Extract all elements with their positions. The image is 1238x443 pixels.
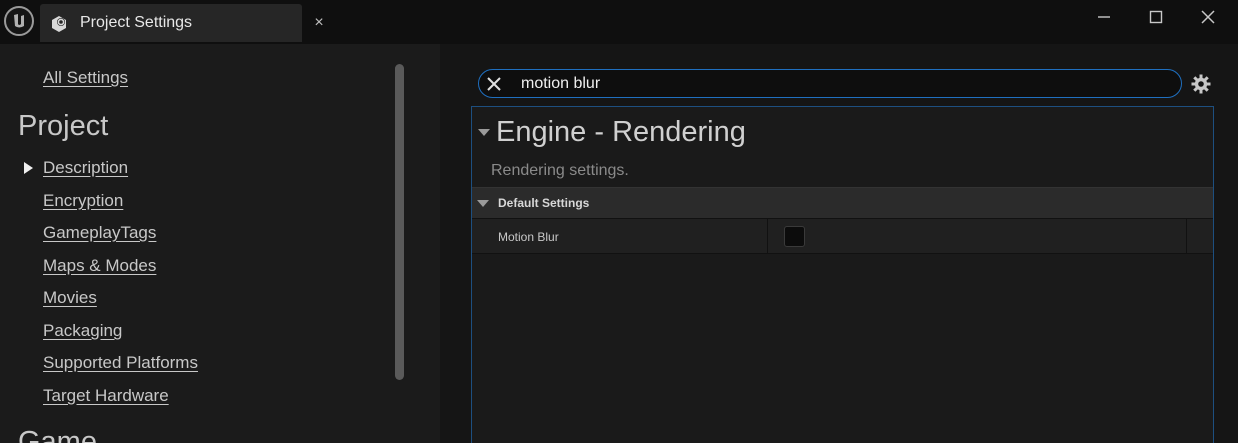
sidebar-scrollbar[interactable] xyxy=(395,64,404,380)
sidebar-item-supported-platforms[interactable]: Supported Platforms xyxy=(43,353,198,373)
tab-close-icon[interactable]: × xyxy=(308,12,330,34)
sidebar-item-description[interactable]: Description xyxy=(43,158,128,178)
settings-main-panel: Engine - Rendering Rendering settings. D… xyxy=(440,44,1238,443)
category-collapse-icon xyxy=(477,200,489,207)
sidebar-item-encryption[interactable]: Encryption xyxy=(43,191,123,211)
maximize-button[interactable] xyxy=(1136,4,1176,30)
details-panel: Engine - Rendering Rendering settings. D… xyxy=(471,106,1214,443)
motion-blur-checkbox[interactable] xyxy=(784,226,805,247)
settings-sidebar: All Settings Project Description Encrypt… xyxy=(0,44,440,443)
property-row-motion-blur: Motion Blur xyxy=(472,219,1213,254)
section-collapse-icon[interactable] xyxy=(478,129,490,136)
column-splitter[interactable] xyxy=(767,219,768,254)
title-bar: Project Settings × xyxy=(0,0,1238,44)
reset-column-divider xyxy=(1186,219,1187,254)
search-input[interactable] xyxy=(521,73,1161,95)
all-settings-link[interactable]: All Settings xyxy=(43,68,128,88)
sidebar-item-target-hardware[interactable]: Target Hardware xyxy=(43,386,169,406)
gear-icon[interactable] xyxy=(1190,73,1212,95)
sidebar-item-gameplaytags[interactable]: GameplayTags xyxy=(43,223,156,243)
category-header-default-settings[interactable]: Default Settings xyxy=(472,187,1213,219)
unreal-logo-icon[interactable] xyxy=(4,6,34,36)
window-close-button[interactable] xyxy=(1188,4,1228,30)
close-icon xyxy=(1201,10,1215,24)
project-settings-window: Project Settings × All Settings Project … xyxy=(0,0,1238,443)
sidebar-item-packaging[interactable]: Packaging xyxy=(43,321,122,341)
tab-title: Project Settings xyxy=(80,14,193,31)
clear-icon[interactable] xyxy=(485,75,503,93)
section-description: Rendering settings. xyxy=(491,162,629,179)
search-box[interactable] xyxy=(478,69,1182,98)
project-settings-tab[interactable]: Project Settings × xyxy=(40,4,324,42)
minimize-button[interactable] xyxy=(1084,4,1124,30)
property-name: Motion Blur xyxy=(498,230,559,244)
maximize-icon xyxy=(1149,10,1163,24)
section-title: Engine - Rendering xyxy=(496,116,746,148)
minimize-icon xyxy=(1098,16,1110,18)
project-heading: Project xyxy=(18,110,109,142)
sidebar-item-movies[interactable]: Movies xyxy=(43,288,97,308)
game-heading: Game xyxy=(18,426,97,443)
selected-arrow-icon xyxy=(24,162,33,174)
category-title: Default Settings xyxy=(498,196,590,210)
sidebar-item-maps-modes[interactable]: Maps & Modes xyxy=(43,256,156,276)
project-settings-icon xyxy=(52,16,66,32)
